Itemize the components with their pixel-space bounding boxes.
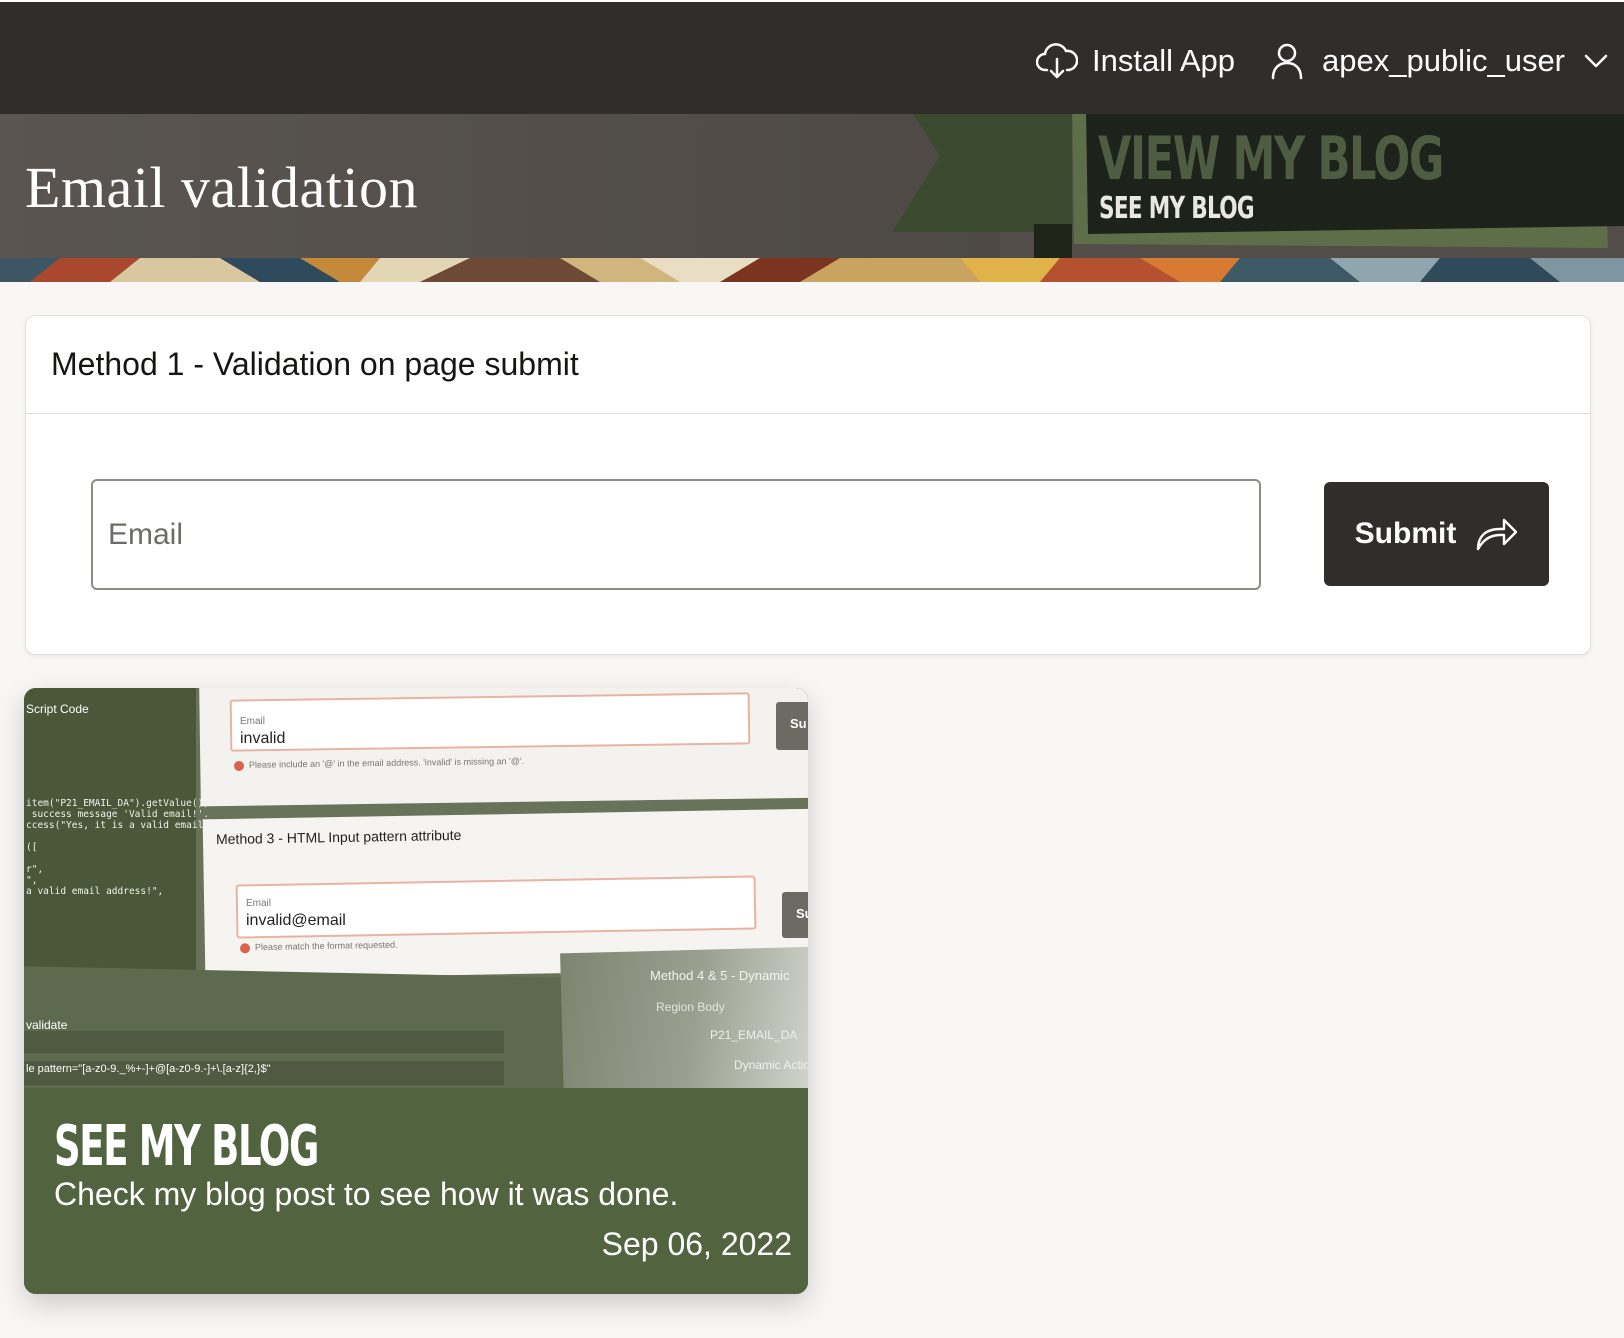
- validate-label: validate: [26, 1018, 68, 1032]
- pattern-text: le pattern="[a-z0-9._%+-]+@[a-z0-9.-]+\.…: [26, 1063, 271, 1075]
- user-icon: [1264, 38, 1310, 84]
- region-title: Method 1 - Validation on page submit: [51, 346, 579, 382]
- code-snippet: item("P21_EMAIL_DA").getValue()) success…: [26, 798, 215, 897]
- see-my-blog-subtitle: SEE MY BLOG: [1099, 191, 1255, 226]
- user-name-label: apex_public_user: [1322, 43, 1566, 78]
- mini-email-field-1: [229, 692, 751, 752]
- tree-dynamic-action: Dynamic Action: [734, 1058, 808, 1072]
- decorative-pattern-stripe: [0, 258, 1624, 282]
- page-hero: Email validation VIEW MY BLOG SEE MY BLO…: [0, 114, 1624, 258]
- script-code-label: Script Code: [26, 702, 89, 716]
- blog-card-description: Check my blog post to see how it was don…: [54, 1176, 679, 1212]
- email-field[interactable]: Email: [91, 479, 1261, 590]
- mini-submit-1: Su: [776, 702, 808, 750]
- tree-method-item: Method 4 & 5 - Dynamic: [650, 968, 790, 983]
- top-navigation-bar: Install App apex_public_user: [0, 0, 1624, 114]
- blog-preview-image: Script Code item("P21_EMAIL_DA").getValu…: [24, 688, 808, 1088]
- page-title: Email validation: [25, 155, 418, 220]
- mini-submit-2: Su: [782, 892, 808, 938]
- submit-button[interactable]: Submit: [1324, 482, 1549, 586]
- tree-item: P21_EMAIL_DA: [710, 1028, 798, 1042]
- install-app-button[interactable]: Install App: [1034, 38, 1235, 84]
- cloud-download-icon: [1034, 38, 1080, 84]
- mini-email-label-1: Email: [240, 716, 266, 727]
- user-menu[interactable]: apex_public_user: [1264, 38, 1611, 84]
- blog-card-heading: SEE MY BLOG: [54, 1114, 319, 1179]
- submit-button-label: Submit: [1354, 517, 1457, 550]
- email-input[interactable]: [93, 481, 1259, 588]
- tree-region-body: Region Body: [656, 1000, 725, 1014]
- blog-post-card[interactable]: Script Code item("P21_EMAIL_DA").getValu…: [24, 688, 808, 1294]
- view-my-blog-link[interactable]: VIEW MY BLOG: [1098, 124, 1444, 194]
- blog-card-body: SEE MY BLOG Check my blog post to see ho…: [24, 1088, 808, 1294]
- mini-email-label-2: Email: [246, 898, 272, 909]
- region-header: Method 1 - Validation on page submit: [26, 316, 1590, 414]
- validate-input: [24, 1031, 504, 1053]
- validation-region: Method 1 - Validation on page submit Ema…: [25, 315, 1591, 655]
- mini-email-value-1: invalid: [240, 730, 286, 747]
- blog-card-date: Sep 06, 2022: [601, 1226, 792, 1262]
- mini-email-value-2: invalid@email: [246, 912, 346, 929]
- share-arrow-icon: [1474, 516, 1518, 552]
- install-app-label: Install App: [1092, 43, 1236, 78]
- chevron-down-icon[interactable]: [1581, 38, 1611, 84]
